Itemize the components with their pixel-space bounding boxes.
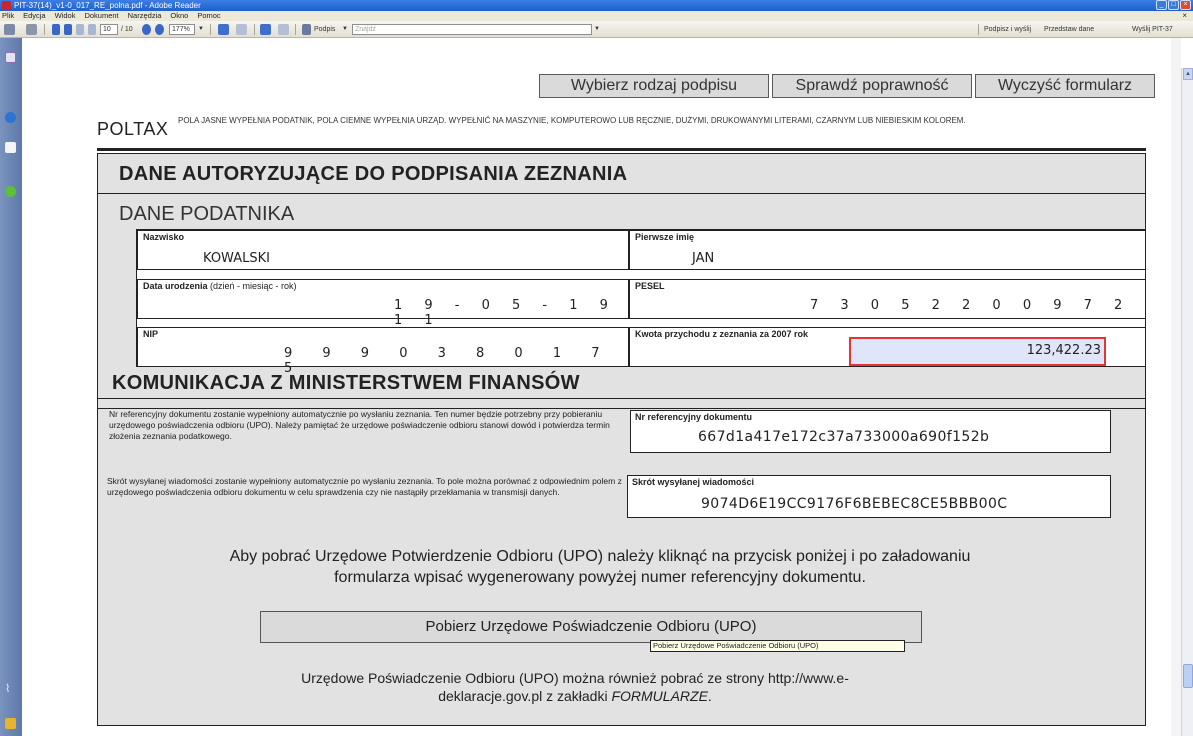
page-number-input[interactable]: 10 (100, 24, 118, 35)
menu-bar: Plik Edycja Widok Dokument Narzędzia Okn… (0, 11, 1193, 21)
adobe-reader-icon (2, 1, 11, 10)
sign-dropdown-icon[interactable]: ▼ (342, 24, 348, 35)
message-hash-field[interactable]: Skrót wysyłanej wiadomości 9074D6E19CC91… (627, 475, 1111, 518)
pesel-field[interactable]: PESEL 7 3 0 5 2 2 0 0 9 7 2 (629, 279, 1146, 319)
next-page-icon[interactable] (76, 24, 84, 35)
birthdate-hint: (dzień - miesiąc - rok) (210, 281, 297, 291)
upo-instructions: Aby pobrać Urzędowe Potwierdzenie Odbior… (229, 548, 971, 586)
last-page-icon[interactable] (88, 24, 96, 35)
income-label: Kwota przychodu z zeznania za 2007 rok (635, 329, 809, 339)
toolbar: 10 / 10 177% ▼ Podpis ▼ Znajdź ▼ Podpisz… (0, 21, 1193, 38)
form-instructions: POLA JASNE WYPEŁNIA PODATNIK, POLA CIEMN… (178, 116, 966, 125)
save-icon[interactable] (26, 24, 37, 35)
firstname-field[interactable]: Pierwsze imię JAN (629, 230, 1146, 270)
footer-text: Urzędowe Poświadczenie Odbioru (UPO) moż… (301, 670, 849, 704)
reference-number-field[interactable]: Nr referencyjny dokumentu 667d1a417e172c… (630, 410, 1111, 453)
scroll-thumb[interactable] (1183, 664, 1193, 688)
comments-icon[interactable] (5, 718, 16, 729)
scroll-up-icon[interactable]: ▲ (1183, 68, 1193, 80)
find-dropdown-icon[interactable]: ▼ (594, 24, 600, 35)
birthdate-field[interactable]: Data urodzenia (dzień - miesiąc - rok) 1… (137, 279, 629, 328)
pesel-label: PESEL (635, 281, 665, 291)
header-divider (97, 148, 1146, 151)
birthdate-value: 1 9 - 0 5 - 1 9 1 1 (394, 298, 617, 328)
message-hash-value: 9074D6E19CC9176F6BEBEC8CE5BBB00C (701, 496, 1008, 512)
continuous-page-icon[interactable] (278, 24, 289, 35)
reference-note: Nr referencyjny dokumentu zostanie wypeł… (109, 409, 610, 441)
check-form-button[interactable]: Sprawdź poprawność (772, 74, 972, 98)
surname-label: Nazwisko (143, 232, 185, 242)
message-hash-label: Skrót wysyłanej wiadomości (632, 477, 755, 487)
nip-field[interactable]: NIP 9 9 9 0 3 8 0 1 7 5 (137, 327, 629, 376)
menu-view[interactable]: Widok (55, 11, 76, 21)
close-document-icon[interactable]: × (1182, 11, 1187, 21)
menu-window[interactable]: Okno (170, 11, 188, 21)
sign-menu[interactable]: Podpis (314, 24, 335, 35)
vertical-scrollbar[interactable]: ▲ (1181, 68, 1193, 736)
fit-page-icon[interactable] (218, 24, 229, 35)
pen-sign-icon[interactable] (302, 24, 311, 35)
page-total: / 10 (121, 26, 133, 33)
footer-tab-name: FORMULARZE (611, 688, 708, 704)
info-icon[interactable] (5, 112, 16, 123)
first-page-icon[interactable] (52, 24, 60, 35)
upo-tooltip: Pobierz Urzędowe Poświadczenie Odbioru (… (650, 640, 905, 652)
single-page-icon[interactable] (260, 24, 271, 35)
previous-page-icon[interactable] (64, 24, 72, 35)
send-pit37-link[interactable]: Wyślij PIT-37 (1132, 24, 1173, 35)
birthdate-label-text: Data urodzenia (143, 281, 208, 291)
close-icon[interactable]: × (1180, 0, 1191, 10)
income-input[interactable]: 123,422.23 (849, 337, 1106, 366)
window-controls: _ □ × (1156, 0, 1191, 11)
firstname-value: JAN (692, 251, 715, 266)
menu-help[interactable]: Pomoc (197, 11, 220, 21)
window-title: PIT-37(14)_v1-0_017_RE_polna.pdf - Adobe… (14, 1, 201, 10)
section-taxpayer-title: DANE PODATNIKA (119, 203, 295, 225)
minimize-icon[interactable]: _ (1156, 0, 1167, 10)
zoom-select[interactable]: 177% (169, 24, 195, 35)
choose-signature-button[interactable]: Wybierz rodzaj podpisu (539, 74, 769, 98)
title-bar: PIT-37(14)_v1-0_017_RE_polna.pdf - Adobe… (0, 0, 1193, 11)
section-divider (97, 193, 1146, 194)
attachments-icon[interactable] (5, 142, 16, 153)
reference-number-value: 667d1a417e172c37a733000a690f152b (698, 429, 990, 445)
fit-width-icon[interactable] (236, 24, 247, 35)
sign-and-send-link[interactable]: Podpisz i wyślij (984, 24, 1031, 35)
download-upo-button[interactable]: Pobierz Urzędowe Poświadczenie Odbioru (… (260, 611, 922, 643)
reference-number-label: Nr referencyjny dokumentu (635, 412, 753, 422)
pesel-value: 7 3 0 5 2 2 0 0 9 7 2 (810, 298, 1132, 313)
zoom-dropdown-icon[interactable]: ▼ (198, 24, 204, 35)
page-margin (1171, 38, 1181, 736)
menu-tools[interactable]: Narzędzia (128, 11, 162, 21)
clear-form-button[interactable]: Wyczyść formularz (975, 74, 1155, 98)
adobe-reader-window: PIT-37(14)_v1-0_017_RE_polna.pdf - Adobe… (0, 0, 1193, 736)
birthdate-label: Data urodzenia (dzień - miesiąc - rok) (143, 281, 297, 291)
pages-icon[interactable] (5, 52, 16, 63)
poltax-logo: POLTAX (97, 119, 169, 139)
firstname-label: Pierwsze imię (635, 232, 695, 242)
section-divider-2 (97, 398, 1146, 399)
print-icon[interactable] (4, 24, 15, 35)
menu-edit[interactable]: Edycja (23, 11, 46, 21)
help-icon[interactable] (5, 186, 16, 197)
footer-dot: . (707, 688, 712, 704)
hash-note: Skrót wysyłanej wiadomości zostanie wype… (107, 476, 622, 497)
upo-footer-text: Urzędowe Poświadczenie Odbioru (UPO) moż… (255, 669, 895, 705)
maximize-icon[interactable]: □ (1168, 0, 1179, 10)
zoom-in-icon[interactable] (155, 24, 164, 35)
section-auth-title: DANE AUTORYZUJĄCE DO PODPISANIA ZEZNANIA (119, 163, 628, 185)
present-data-link[interactable]: Przedstaw dane (1044, 24, 1094, 35)
surname-field[interactable]: Nazwisko KOWALSKI (137, 230, 629, 270)
surname-value: KOWALSKI (203, 251, 270, 266)
find-input[interactable]: Znajdź (352, 24, 592, 35)
section-ministry-title: KOMUNIKACJA Z MINISTERSTWEM FINANSÓW (112, 372, 580, 394)
menu-document[interactable]: Dokument (84, 11, 118, 21)
paperclip-icon[interactable]: ⌇ (5, 682, 16, 695)
nip-label: NIP (143, 329, 159, 339)
navigation-panel: ⌇ (0, 38, 22, 736)
zoom-out-icon[interactable] (142, 24, 151, 35)
menu-file[interactable]: Plik (2, 11, 14, 21)
